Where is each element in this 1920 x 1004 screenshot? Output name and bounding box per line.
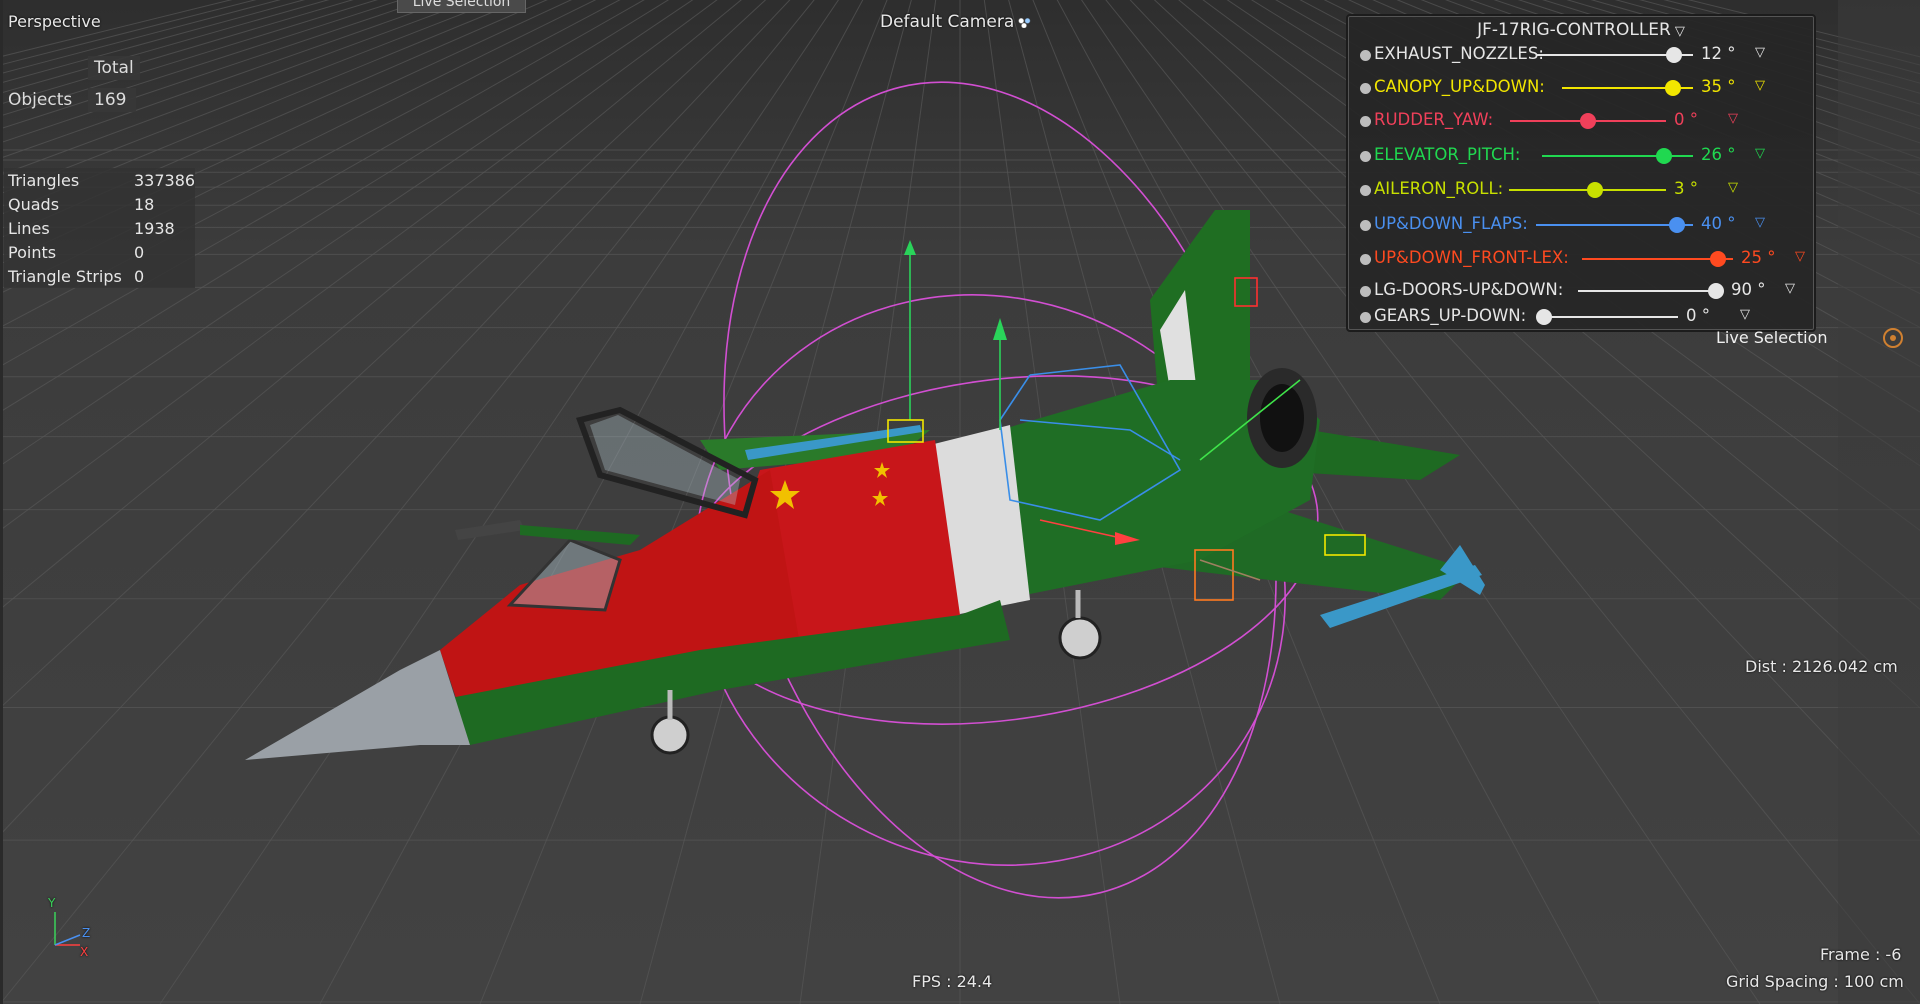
stat-value: 1938 bbox=[134, 218, 175, 238]
row-value: 0 ° bbox=[1686, 306, 1710, 325]
controller-row[interactable]: ELEVATOR_PITCH: 26 ° ▽ bbox=[1348, 143, 1814, 169]
row-enable-dot[interactable] bbox=[1360, 83, 1371, 94]
row-value: 12 ° bbox=[1701, 44, 1736, 63]
row-value: 0 ° bbox=[1674, 110, 1698, 129]
row-label: EXHAUST_NOZZLES: bbox=[1374, 44, 1544, 63]
stat-label: Quads bbox=[8, 194, 60, 214]
controller-row[interactable]: UP&DOWN_FRONT-LEX: 25 ° ▽ bbox=[1348, 246, 1814, 272]
stat-row-triangles: Triangles 337386 bbox=[4, 168, 195, 192]
slider-knob[interactable] bbox=[1709, 251, 1726, 267]
controller-row[interactable]: AILERON_ROLL: 3 ° ▽ bbox=[1348, 177, 1814, 203]
slider-track[interactable] bbox=[1578, 290, 1723, 292]
slider-knob[interactable] bbox=[1656, 148, 1673, 164]
stat-label: Lines bbox=[8, 218, 50, 238]
controller-row[interactable]: CANOPY_UP&DOWN: 35 ° ▽ bbox=[1348, 75, 1814, 101]
live-selection-tab[interactable]: Live Selection bbox=[397, 0, 526, 13]
row-enable-dot[interactable] bbox=[1360, 151, 1371, 162]
chevron-down-icon[interactable]: ▽ bbox=[1755, 146, 1765, 161]
row-label: RUDDER_YAW: bbox=[1374, 110, 1494, 129]
stat-value: 0 bbox=[134, 266, 145, 286]
slider-knob[interactable] bbox=[1666, 47, 1683, 63]
mesh-stats: Triangles 337386 Quads 18 Lines 1938 Points… bbox=[4, 168, 196, 288]
row-enable-dot[interactable] bbox=[1360, 286, 1371, 297]
row-enable-dot[interactable] bbox=[1360, 254, 1371, 265]
row-label: LG-DOORS-UP&DOWN: bbox=[1374, 280, 1564, 299]
grid-spacing-readout: Grid Spacing : 100 cm bbox=[1726, 972, 1904, 991]
controller-title[interactable]: JF-17RIG-CONTROLLER ▽ bbox=[1348, 20, 1814, 40]
row-enable-dot[interactable] bbox=[1360, 312, 1371, 323]
3d-viewport[interactable]: Perspective Live Selection Default Camer… bbox=[0, 0, 1920, 1004]
fps-readout: FPS : 24.4 bbox=[912, 972, 993, 991]
stat-value: 18 bbox=[134, 194, 155, 214]
frame-readout: Frame : -6 bbox=[1820, 945, 1902, 964]
row-label: CANOPY_UP&DOWN: bbox=[1374, 77, 1545, 96]
row-value: 26 ° bbox=[1701, 145, 1736, 164]
objects-label: Objects bbox=[8, 90, 73, 110]
row-enable-dot[interactable] bbox=[1360, 116, 1371, 127]
rig-controller-panel[interactable]: JF-17RIG-CONTROLLER ▽ EXHAUST_NOZZLES: 12 … bbox=[1346, 14, 1816, 332]
row-value: 35 ° bbox=[1701, 77, 1736, 96]
row-value: 40 ° bbox=[1701, 214, 1736, 233]
row-label: ELEVATOR_PITCH: bbox=[1374, 145, 1521, 164]
target-icon[interactable] bbox=[1883, 328, 1903, 348]
row-label: UP&DOWN_FLAPS: bbox=[1374, 214, 1528, 233]
objects-total-header: Total bbox=[88, 56, 140, 80]
controller-title-text: JF-17RIG-CONTROLLER bbox=[1477, 20, 1671, 40]
stat-value: 337386 bbox=[134, 170, 196, 190]
stat-row-triangle-strips: Triangle Strips 0 bbox=[4, 264, 195, 288]
slider-knob[interactable] bbox=[1580, 113, 1596, 129]
chevron-down-icon[interactable]: ▽ bbox=[1755, 215, 1765, 230]
axis-x-label: X bbox=[80, 945, 89, 959]
slider-knob[interactable] bbox=[1587, 182, 1604, 198]
controller-row[interactable]: UP&DOWN_FLAPS: 40 ° ▽ bbox=[1348, 212, 1814, 238]
row-enable-dot[interactable] bbox=[1360, 50, 1371, 61]
objects-count: 169 bbox=[88, 88, 136, 112]
controller-row[interactable]: EXHAUST_NOZZLES: 12 ° ▽ bbox=[1348, 42, 1814, 68]
stat-row-lines: Lines 1938 bbox=[4, 216, 195, 240]
stat-label: Triangle Strips bbox=[8, 266, 122, 286]
chevron-down-icon[interactable]: ▽ bbox=[1755, 78, 1765, 93]
camera-icon bbox=[1017, 16, 1032, 28]
slider-knob[interactable] bbox=[1707, 283, 1724, 299]
row-enable-dot[interactable] bbox=[1360, 220, 1371, 231]
view-name-label[interactable]: Perspective bbox=[8, 12, 101, 31]
controller-row[interactable]: LG-DOORS-UP&DOWN: 90 ° ▽ bbox=[1348, 278, 1814, 304]
axis-z-label: Z bbox=[82, 926, 91, 940]
row-label: UP&DOWN_FRONT-LEX: bbox=[1374, 248, 1569, 267]
chevron-down-icon[interactable]: ▽ bbox=[1795, 249, 1805, 264]
row-label: GEARS_UP-DOWN: bbox=[1374, 306, 1527, 325]
chevron-down-icon[interactable]: ▽ bbox=[1728, 180, 1738, 195]
chevron-down-icon[interactable]: ▽ bbox=[1785, 281, 1795, 296]
chevron-down-icon[interactable]: ▽ bbox=[1675, 24, 1685, 39]
chevron-down-icon[interactable]: ▽ bbox=[1740, 307, 1750, 322]
slider-knob[interactable] bbox=[1669, 217, 1686, 233]
chevron-down-icon[interactable]: ▽ bbox=[1728, 111, 1738, 126]
distance-readout: Dist : 2126.042 cm bbox=[1745, 657, 1898, 676]
stat-row-quads: Quads 18 bbox=[4, 192, 195, 216]
row-label: AILERON_ROLL: bbox=[1374, 179, 1504, 198]
stat-row-points: Points 0 bbox=[4, 240, 195, 264]
controller-row[interactable]: GEARS_UP-DOWN: 0 ° ▽ bbox=[1348, 304, 1814, 330]
row-value: 90 ° bbox=[1731, 280, 1766, 299]
camera-label: Default Camera bbox=[880, 12, 1015, 32]
row-value: 3 ° bbox=[1674, 179, 1698, 198]
camera-menu[interactable]: Default Camera bbox=[880, 12, 1032, 32]
stat-label: Points bbox=[8, 242, 57, 262]
slider-knob[interactable] bbox=[1536, 309, 1552, 325]
chevron-down-icon[interactable]: ▽ bbox=[1755, 45, 1765, 60]
row-enable-dot[interactable] bbox=[1360, 185, 1371, 196]
live-selection-label: Live Selection bbox=[1716, 328, 1828, 347]
stat-label: Triangles bbox=[8, 170, 80, 190]
stat-value: 0 bbox=[134, 242, 145, 262]
slider-track[interactable] bbox=[1544, 316, 1678, 318]
axis-y-label: Y bbox=[48, 896, 56, 910]
slider-knob[interactable] bbox=[1665, 80, 1682, 96]
row-value: 25 ° bbox=[1741, 248, 1776, 267]
controller-row[interactable]: RUDDER_YAW: 0 ° ▽ bbox=[1348, 108, 1814, 134]
